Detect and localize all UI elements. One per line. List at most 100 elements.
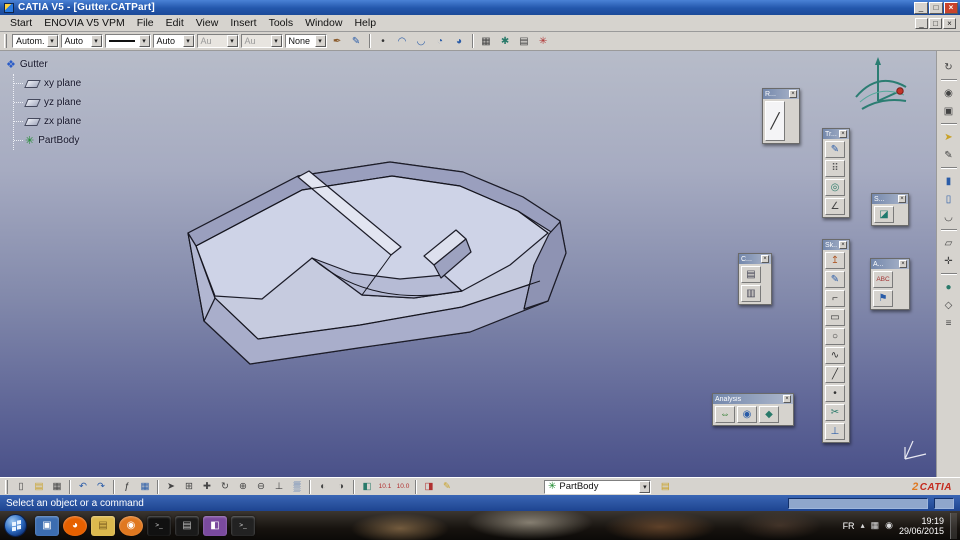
trim-icon[interactable]: ✂ — [825, 404, 845, 421]
doc-minimize-button[interactable]: _ — [915, 17, 928, 29]
plane-tool-icon[interactable]: ▱ — [939, 235, 959, 251]
link-manager-icon[interactable]: ✱ — [497, 34, 514, 49]
exit-workbench-icon[interactable]: ↥ — [825, 252, 845, 269]
pocket-icon[interactable]: ▯ — [939, 191, 959, 207]
menu-file[interactable]: File — [131, 16, 160, 30]
sphere-view-icon[interactable]: ◕ — [451, 34, 468, 49]
close-icon[interactable]: × — [898, 195, 906, 203]
catia-taskbar-icon[interactable]: ▣ — [35, 515, 59, 536]
swap-visible-space-icon[interactable]: ◑ — [333, 479, 349, 494]
tree-item-partbody[interactable]: ✳ PartBody — [14, 131, 81, 150]
line-rule-icon[interactable]: ╱ — [765, 101, 785, 141]
menu-window[interactable]: Window — [299, 16, 348, 30]
revolve-view-icon[interactable]: ◔ — [432, 34, 449, 49]
circle-icon[interactable]: ○ — [825, 328, 845, 345]
paint-bucket-icon[interactable]: ◨ — [421, 479, 437, 494]
normal-view-icon[interactable]: ⊥ — [271, 479, 287, 494]
restore-button[interactable]: □ — [929, 1, 943, 14]
measure-10-0-icon[interactable]: 10.0 — [395, 479, 411, 494]
close-icon[interactable]: × — [761, 255, 769, 263]
design-table-icon[interactable]: ▦ — [137, 479, 153, 494]
palette-c-titlebar[interactable]: C... × — [739, 254, 771, 264]
rotate-tool-icon[interactable]: ◎ — [825, 179, 845, 196]
measure-between-icon[interactable]: ∠ — [825, 198, 845, 215]
fillet-icon[interactable]: ◡ — [939, 209, 959, 225]
pen-annotation-icon[interactable]: ✎ — [939, 147, 959, 163]
notepad-icon[interactable]: ▤ — [175, 515, 199, 536]
hidden-icons-chevron[interactable]: ▴ — [861, 521, 865, 530]
weight-combo[interactable]: Auto ▾ — [152, 34, 195, 48]
tree-item-xy-plane[interactable]: xy plane — [14, 74, 81, 93]
close-icon[interactable]: × — [789, 90, 797, 98]
flag-note-icon[interactable]: ⚑ — [873, 290, 893, 307]
network-icon[interactable]: ▦ — [871, 520, 880, 531]
arc-tool-2-icon[interactable]: ◡ — [413, 34, 430, 49]
pad-extrude-icon[interactable]: ▮ — [939, 173, 959, 189]
palette-c[interactable]: C... × ▤ ▥ — [738, 253, 772, 305]
clipboard-icon[interactable]: ▣ — [939, 103, 959, 119]
point-icon[interactable]: • — [825, 385, 845, 402]
palette-a-titlebar[interactable]: A... × — [871, 259, 909, 269]
menu-start[interactable]: Start — [4, 16, 38, 30]
select-cursor-icon[interactable]: ➤ — [939, 129, 959, 145]
menu-view[interactable]: View — [190, 16, 225, 30]
distance-analysis-icon[interactable]: ◆ — [759, 406, 779, 423]
new-file-icon[interactable]: ▯ — [13, 479, 29, 494]
sketcher-icon[interactable]: ✎ — [825, 271, 845, 288]
palette-r-titlebar[interactable]: R... × — [763, 89, 799, 99]
viewport-3d[interactable]: ❖ Gutter xy plane yz plane zx plane ✳ Pa… — [0, 51, 960, 477]
menu-tools[interactable]: Tools — [263, 16, 300, 30]
menu-insert[interactable]: Insert — [224, 16, 262, 30]
shaded-view-icon[interactable]: ● — [939, 279, 959, 295]
3d-compass[interactable] — [848, 55, 914, 121]
minimize-button[interactable]: _ — [914, 1, 928, 14]
chevron-down-icon[interactable]: ▾ — [90, 35, 102, 47]
catalog-browser-icon[interactable]: ▦ — [478, 34, 495, 49]
close-button[interactable]: × — [944, 1, 958, 14]
console-2-icon[interactable]: >_ — [231, 515, 255, 536]
fit-all-in-icon[interactable]: ⊞ — [181, 479, 197, 494]
catalog-icon[interactable]: ▤ — [657, 479, 673, 494]
auto-mode-combo[interactable]: Autom. ▾ — [12, 34, 59, 48]
painter-icon[interactable]: ✎ — [348, 34, 365, 49]
menu-edit[interactable]: Edit — [160, 16, 190, 30]
close-icon[interactable]: × — [839, 130, 847, 138]
redo-icon[interactable]: ↷ — [93, 479, 109, 494]
menu-help[interactable]: Help — [348, 16, 382, 30]
spline-icon[interactable]: ∿ — [825, 347, 845, 364]
clock[interactable]: 19:19 29/06/2015 — [899, 516, 944, 536]
undo-icon[interactable]: ↶ — [75, 479, 91, 494]
grid-icon[interactable]: ⠿ — [825, 160, 845, 177]
paint-app-icon[interactable]: ◧ — [203, 515, 227, 536]
palette-tr[interactable]: Tr... × ✎ ⠿ ◎ ∠ — [822, 128, 850, 218]
palette-sketcher-titlebar[interactable]: Sk... × — [823, 240, 849, 250]
fly-mode-icon[interactable]: ➤ — [163, 479, 179, 494]
wireframe-view-icon[interactable]: ◇ — [939, 297, 959, 313]
layer-combo[interactable]: None ▾ — [284, 34, 327, 48]
contact-constraint-icon[interactable]: ▥ — [741, 285, 761, 302]
zoom-in-icon[interactable]: ⊕ — [235, 479, 251, 494]
chevron-down-icon[interactable]: ▾ — [138, 35, 150, 47]
formula-fx-icon[interactable]: ƒ — [119, 479, 135, 494]
doc-close-button[interactable]: × — [943, 17, 956, 29]
palette-tr-titlebar[interactable]: Tr... × — [823, 129, 849, 139]
camera-view-icon[interactable]: ◉ — [939, 85, 959, 101]
firefox-icon[interactable]: ◕ — [63, 515, 87, 536]
chevron-down-icon[interactable]: ▾ — [639, 480, 651, 493]
menu-enovia[interactable]: ENOVIA V5 VPM — [38, 16, 131, 30]
start-button[interactable] — [4, 514, 27, 537]
sketch-tracer-icon[interactable]: ✎ — [825, 141, 845, 158]
connect-checker-icon[interactable]: ⇔ — [715, 406, 735, 423]
toolbar-grip[interactable] — [5, 479, 8, 494]
chevron-down-icon[interactable]: ▾ — [182, 35, 194, 47]
linetype-combo[interactable]: ▾ — [104, 34, 151, 48]
close-icon[interactable]: × — [839, 241, 847, 249]
console-icon[interactable]: >_ — [147, 515, 171, 536]
rotate-icon[interactable]: ↻ — [217, 479, 233, 494]
rectangle-icon[interactable]: ▭ — [825, 309, 845, 326]
close-icon[interactable]: × — [783, 395, 791, 403]
multi-view-icon[interactable]: ▒ — [289, 479, 305, 494]
palette-s[interactable]: S... × ◪ — [871, 193, 909, 226]
point-snap-icon[interactable]: • — [375, 34, 392, 49]
volume-icon[interactable]: ◉ — [885, 520, 893, 531]
